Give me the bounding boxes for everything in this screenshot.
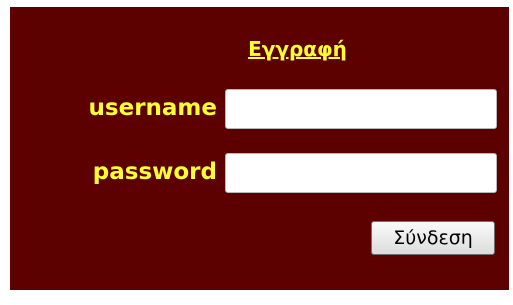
register-link[interactable]: Εγγραφή xyxy=(10,37,509,61)
login-button[interactable]: Σύνδεση xyxy=(371,221,495,255)
password-input[interactable] xyxy=(225,153,497,193)
username-input[interactable] xyxy=(225,89,497,129)
username-label: username xyxy=(88,95,217,121)
password-label: password xyxy=(92,159,217,185)
login-panel: Εγγραφή username password Σύνδεση xyxy=(10,7,509,290)
